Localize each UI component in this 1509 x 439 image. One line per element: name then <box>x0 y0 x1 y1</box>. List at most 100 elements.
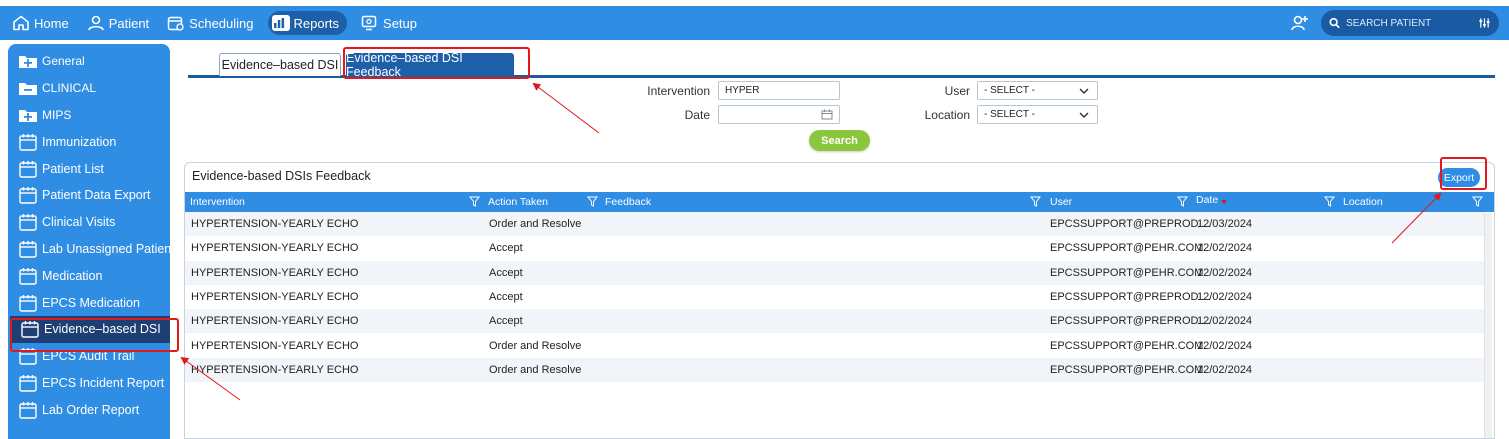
folder-minus-icon <box>18 80 42 96</box>
nav-setup-label: Setup <box>383 15 418 31</box>
sidebar-item-medication[interactable]: Medication <box>8 262 170 289</box>
sidebar-item-immunization[interactable]: Immunization <box>8 128 170 155</box>
search-patient-input[interactable] <box>1346 17 1479 29</box>
search-icon <box>1329 17 1340 29</box>
date-input[interactable] <box>718 105 840 124</box>
sidebar-item-epcs-incident-report[interactable]: EPCS Incident Report <box>8 370 170 397</box>
sidebar-item-label: MIPS <box>42 107 72 122</box>
intervention-label: Intervention <box>647 84 710 98</box>
table-row[interactable]: HYPERTENSION-YEARLY ECHO Order and Resolv… <box>185 212 1485 237</box>
cell-intervention: HYPERTENSION-YEARLY ECHO <box>191 291 359 304</box>
setup-icon <box>361 15 377 31</box>
calendar-icon <box>18 267 42 285</box>
column-header-user[interactable]: User <box>1045 192 1072 212</box>
nav-home[interactable]: Home <box>8 11 73 35</box>
calendar-icon <box>18 133 42 151</box>
column-header-action-taken[interactable]: Action Taken <box>483 192 548 212</box>
column-filter-icon[interactable] <box>1472 196 1483 207</box>
sidebar-item-lab-unassigned-patient[interactable]: Lab Unassigned Patient <box>8 236 175 263</box>
cell-action: Order and Resolve <box>489 363 582 376</box>
report-tabs: Evidence–based DSI Evidence–based DSI Fe… <box>188 51 1495 79</box>
column-header-date[interactable]: Date <box>1191 192 1228 212</box>
sidebar-item-label: EPCS Audit Trail <box>42 349 135 364</box>
column-header-location[interactable]: Location <box>1338 192 1383 212</box>
column-header-intervention[interactable]: Intervention <box>185 192 245 212</box>
nav-reports-label: Reports <box>293 15 340 31</box>
nav-reports[interactable]: Reports <box>267 11 348 35</box>
tab-evidence-based-dsi-feedback[interactable]: Evidence–based DSI Feedback <box>346 51 514 79</box>
export-button[interactable]: Export <box>1438 168 1480 187</box>
sidebar-item-patient-data-export[interactable]: Patient Data Export <box>8 182 170 209</box>
grid-vertical-scrollbar[interactable] <box>1484 213 1492 438</box>
location-select[interactable]: - SELECT - <box>977 105 1098 124</box>
table-row[interactable]: HYPERTENSION-YEARLY ECHO Order and Resolv… <box>185 333 1485 357</box>
calendar-icon <box>20 320 44 339</box>
column-filter-icon[interactable] <box>1030 196 1041 207</box>
sidebar-item-label: Evidence–based DSI <box>44 322 161 337</box>
sidebar-item-label: Lab Unassigned Patient <box>42 241 175 256</box>
nav-setup[interactable]: Setup <box>357 11 421 35</box>
sidebar-item-evidence-based-dsi[interactable]: Evidence–based DSI <box>10 315 170 343</box>
table-row[interactable]: HYPERTENSION-YEARLY ECHO Order and Resolv… <box>185 357 1485 383</box>
table-row[interactable]: HYPERTENSION-YEARLY ECHO Accept EPCSSUPPOR… <box>185 260 1485 285</box>
cell-intervention: HYPERTENSION-YEARLY ECHO <box>191 363 359 376</box>
sidebar-item-label: EPCS Medication <box>42 295 140 310</box>
column-header-date-label: Date <box>1196 194 1219 206</box>
calendar-picker-icon[interactable] <box>821 109 833 120</box>
tab-evidence-based-dsi[interactable]: Evidence–based DSI <box>219 53 341 76</box>
cell-date: 12/02/2024 <box>1197 266 1253 279</box>
intervention-input[interactable]: HYPER <box>718 81 840 100</box>
reports-sidebar: General CLINICAL MIPS Immunization Patient L… <box>8 44 175 439</box>
user-label: User <box>944 84 970 98</box>
column-filter-icon[interactable] <box>469 196 480 207</box>
calendar-icon <box>18 213 42 231</box>
chevron-down-icon <box>1079 112 1089 118</box>
cell-date: 12/02/2024 <box>1197 291 1253 304</box>
column-filter-icon[interactable] <box>1177 196 1188 207</box>
table-row[interactable]: HYPERTENSION-YEARLY ECHO Accept EPCSSUPPOR… <box>185 236 1485 260</box>
sidebar-item-label: Lab Order Report <box>42 402 140 417</box>
chart-icon <box>271 15 290 31</box>
cell-date: 12/02/2024 <box>1197 339 1253 352</box>
column-filter-icon[interactable] <box>587 196 598 207</box>
cell-intervention: HYPERTENSION-YEARLY ECHO <box>191 339 359 352</box>
cell-intervention: HYPERTENSION-YEARLY ECHO <box>191 218 359 231</box>
sort-descending-icon <box>1221 200 1228 204</box>
sidebar-item-general[interactable]: General <box>8 48 170 75</box>
cell-user: EPCSSUPPORT@PREPROD.... <box>1050 315 1211 328</box>
sidebar-item-mips[interactable]: MIPS <box>8 102 170 129</box>
sidebar-item-lab-order-report[interactable]: Lab Order Report <box>8 396 170 423</box>
nav-home-label: Home <box>34 15 69 31</box>
home-icon <box>13 15 29 31</box>
user-select-value: - SELECT - <box>984 85 1035 96</box>
column-header-feedback[interactable]: Feedback <box>600 192 651 212</box>
sidebar-item-epcs-medication[interactable]: EPCS Medication <box>8 289 170 316</box>
cell-intervention: HYPERTENSION-YEARLY ECHO <box>191 266 359 279</box>
table-row[interactable]: HYPERTENSION-YEARLY ECHO Accept EPCSSUPPOR… <box>185 309 1485 334</box>
sidebar-item-label: General <box>42 54 85 69</box>
sidebar-item-epcs-audit-trail[interactable]: EPCS Audit Trail <box>8 343 170 370</box>
column-filter-icon[interactable] <box>1324 196 1335 207</box>
sidebar-item-label: Patient Data Export <box>42 188 151 203</box>
table-row[interactable]: HYPERTENSION-YEARLY ECHO Accept EPCSSUPPOR… <box>185 285 1485 309</box>
grid-title: Evidence-based DSIs Feedback <box>192 169 371 183</box>
nav-scheduling[interactable]: Scheduling <box>163 11 257 35</box>
patient-search-box[interactable] <box>1321 10 1499 36</box>
date-label: Date <box>684 108 710 122</box>
sidebar-item-patient-list[interactable]: Patient List <box>8 155 170 182</box>
user-select[interactable]: - SELECT - <box>977 81 1098 100</box>
add-patient-button[interactable] <box>1291 14 1309 32</box>
filter-settings-icon[interactable] <box>1478 17 1491 29</box>
sidebar-item-clinical-visits[interactable]: Clinical Visits <box>8 209 170 236</box>
chevron-down-icon <box>1079 88 1089 94</box>
annotation-arrow-tab <box>532 82 600 134</box>
search-button[interactable]: Search <box>809 130 870 151</box>
folder-plus-icon <box>18 53 42 69</box>
sidebar-item-label: CLINICAL <box>42 81 97 96</box>
sidebar-item-clinical[interactable]: CLINICAL <box>8 75 170 102</box>
nav-patient[interactable]: Patient <box>83 11 153 35</box>
calendar-icon <box>167 16 184 31</box>
folder-plus-icon <box>18 107 42 123</box>
calendar-icon <box>18 294 42 312</box>
feedback-grid-panel: Evidence-based DSIs Feedback Export Inte… <box>184 162 1495 439</box>
